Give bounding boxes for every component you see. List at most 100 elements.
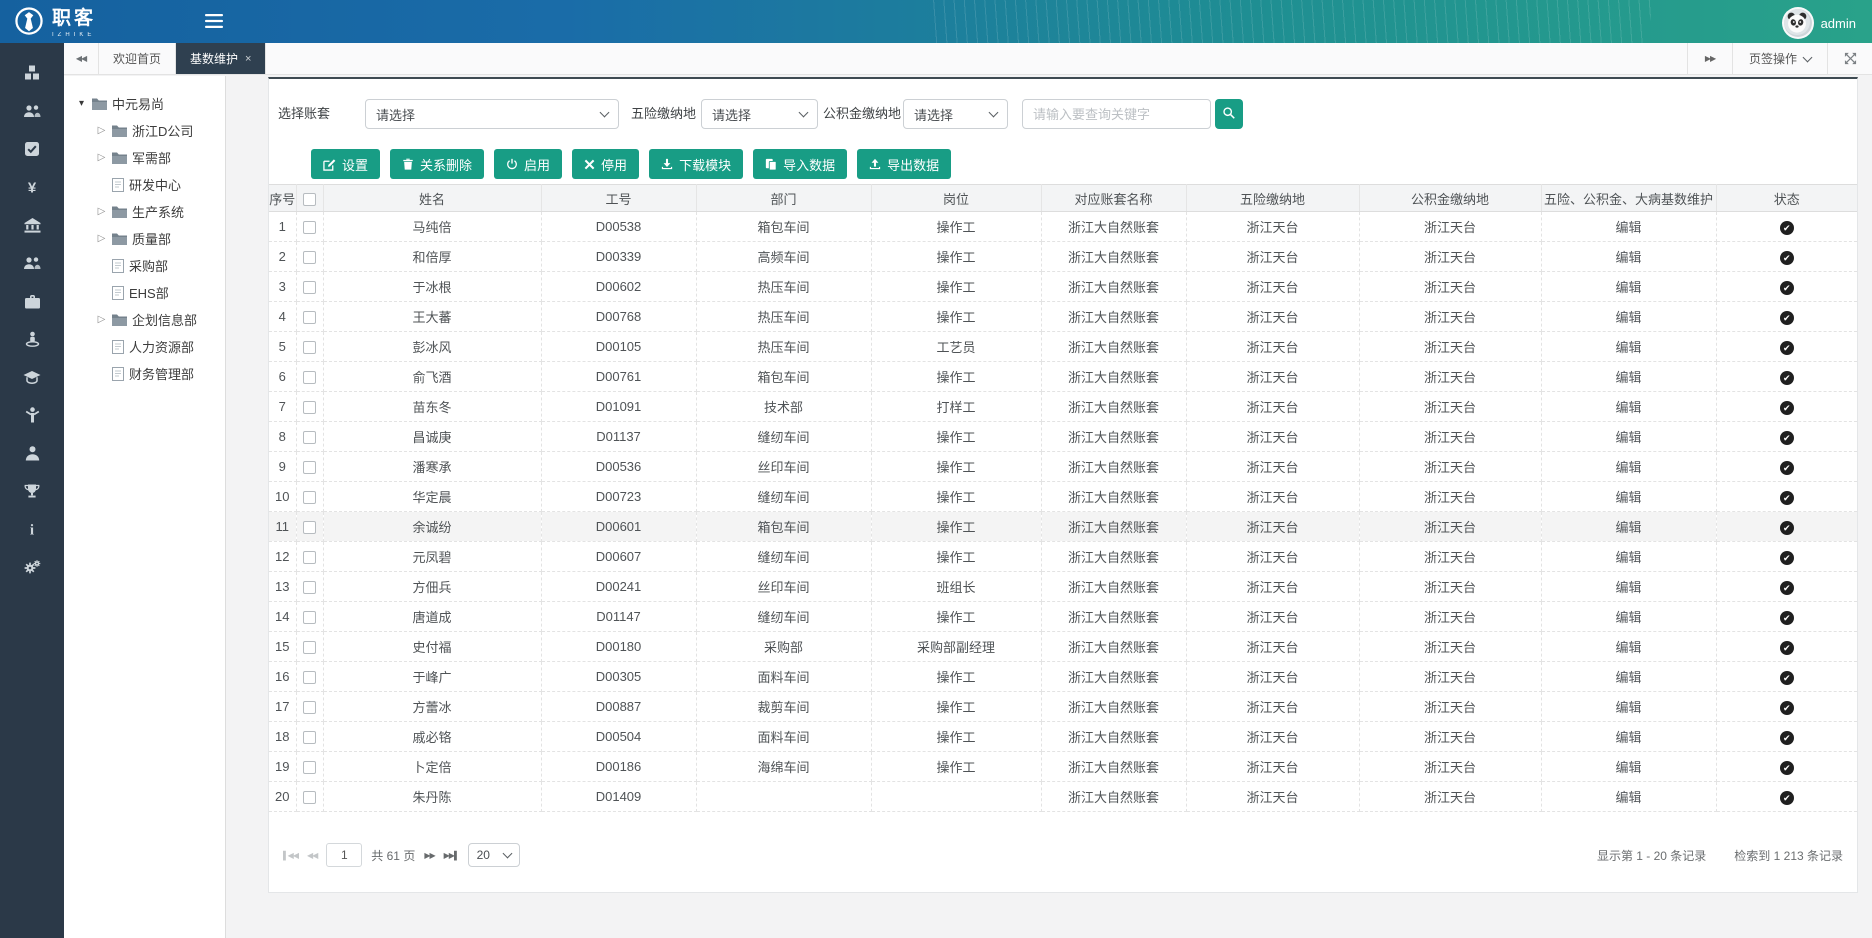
edit-link[interactable]: 编辑 <box>1615 220 1641 235</box>
row-checkbox[interactable] <box>303 791 316 804</box>
gears-icon[interactable] <box>23 559 41 575</box>
tree-node[interactable]: ▷质量部 <box>64 225 225 252</box>
row-checkbox[interactable] <box>303 581 316 594</box>
status-enabled-icon[interactable]: ✔ <box>1780 491 1794 505</box>
edit-link[interactable]: 编辑 <box>1615 340 1641 355</box>
edit-link[interactable]: 编辑 <box>1615 460 1641 475</box>
tab-welcome[interactable]: 欢迎首页 <box>99 43 176 74</box>
row-checkbox[interactable] <box>303 221 316 234</box>
row-checkbox[interactable] <box>303 671 316 684</box>
tab-close-icon[interactable]: × <box>245 53 251 65</box>
edit-link[interactable]: 编辑 <box>1615 250 1641 265</box>
status-enabled-icon[interactable]: ✔ <box>1780 431 1794 445</box>
search-input[interactable] <box>1022 99 1211 129</box>
edit-link[interactable]: 编辑 <box>1615 700 1641 715</box>
status-enabled-icon[interactable]: ✔ <box>1780 791 1794 805</box>
row-checkbox[interactable] <box>303 311 316 324</box>
stop-button[interactable]: 停用 <box>572 149 639 179</box>
tab-operations-menu[interactable]: 页签操作 <box>1732 43 1827 74</box>
status-enabled-icon[interactable]: ✔ <box>1780 761 1794 775</box>
hamburger-menu-icon[interactable] <box>205 14 223 33</box>
status-enabled-icon[interactable]: ✔ <box>1780 281 1794 295</box>
tab-base-maintenance[interactable]: 基数维护 × <box>176 43 266 74</box>
tree-node[interactable]: EHS部 <box>64 279 225 306</box>
yen-icon[interactable]: ¥ <box>23 179 41 195</box>
status-enabled-icon[interactable]: ✔ <box>1780 311 1794 325</box>
tree-collapsed-icon[interactable]: ▷ <box>96 152 107 163</box>
child-icon[interactable] <box>23 407 41 423</box>
row-checkbox[interactable] <box>303 491 316 504</box>
fullscreen-button[interactable] <box>1827 43 1872 74</box>
row-checkbox[interactable] <box>303 251 316 264</box>
edit-link[interactable]: 编辑 <box>1615 790 1641 805</box>
row-checkbox[interactable] <box>303 701 316 714</box>
cubes-icon[interactable] <box>23 65 41 81</box>
row-checkbox[interactable] <box>303 641 316 654</box>
import-button[interactable]: 导入数据 <box>753 149 847 179</box>
edit-link[interactable]: 编辑 <box>1615 610 1641 625</box>
users-icon-2[interactable] <box>23 255 41 271</box>
tabs-scroll-right-button[interactable]: ▶▶ <box>1687 43 1732 74</box>
tree-collapsed-icon[interactable]: ▷ <box>96 125 107 136</box>
last-page-button[interactable]: ▶▶▌ <box>444 851 459 860</box>
row-checkbox[interactable] <box>303 551 316 564</box>
user-icon[interactable] <box>23 445 41 461</box>
tree-collapsed-icon[interactable]: ▷ <box>96 206 107 217</box>
prev-page-button[interactable]: ◀◀ <box>307 851 317 860</box>
row-checkbox[interactable] <box>303 611 316 624</box>
row-checkbox[interactable] <box>303 341 316 354</box>
row-checkbox[interactable] <box>303 521 316 534</box>
status-enabled-icon[interactable]: ✔ <box>1780 671 1794 685</box>
tree-collapsed-icon[interactable]: ▷ <box>96 314 107 325</box>
status-enabled-icon[interactable]: ✔ <box>1780 341 1794 355</box>
account-select[interactable]: 请选择 <box>365 99 619 129</box>
tree-node[interactable]: 采购部 <box>64 252 225 279</box>
tree-node[interactable]: 财务管理部 <box>64 360 225 387</box>
next-page-button[interactable]: ▶▶ <box>424 851 434 860</box>
avatar[interactable] <box>1782 7 1814 39</box>
status-enabled-icon[interactable]: ✔ <box>1780 371 1794 385</box>
insurance-place-select[interactable]: 请选择 <box>701 99 818 129</box>
status-enabled-icon[interactable]: ✔ <box>1780 641 1794 655</box>
edit-link[interactable]: 编辑 <box>1615 490 1641 505</box>
status-enabled-icon[interactable]: ✔ <box>1780 701 1794 715</box>
briefcase-icon[interactable] <box>23 293 41 309</box>
select-all-checkbox[interactable] <box>303 193 316 206</box>
tree-node[interactable]: ▾中元易尚 <box>64 90 225 117</box>
edit-link[interactable]: 编辑 <box>1615 400 1641 415</box>
edit-link[interactable]: 编辑 <box>1615 670 1641 685</box>
status-enabled-icon[interactable]: ✔ <box>1780 221 1794 235</box>
status-enabled-icon[interactable]: ✔ <box>1780 581 1794 595</box>
edit-link[interactable]: 编辑 <box>1615 760 1641 775</box>
row-checkbox[interactable] <box>303 761 316 774</box>
check-square-icon[interactable] <box>23 141 41 157</box>
row-checkbox[interactable] <box>303 281 316 294</box>
status-enabled-icon[interactable]: ✔ <box>1780 461 1794 475</box>
tree-node[interactable]: ▷企划信息部 <box>64 306 225 333</box>
edit-link[interactable]: 编辑 <box>1615 550 1641 565</box>
edit-link[interactable]: 编辑 <box>1615 580 1641 595</box>
download-button[interactable]: 下载模块 <box>649 149 743 179</box>
graduation-cap-icon[interactable] <box>23 369 41 385</box>
users-icon[interactable] <box>23 103 41 119</box>
edit-link[interactable]: 编辑 <box>1615 370 1641 385</box>
bank-icon[interactable] <box>23 217 41 233</box>
page-size-select[interactable]: 20 <box>468 843 520 867</box>
tree-node[interactable]: ▷军需部 <box>64 144 225 171</box>
street-view-icon[interactable] <box>23 331 41 347</box>
status-enabled-icon[interactable]: ✔ <box>1780 251 1794 265</box>
fund-place-select[interactable]: 请选择 <box>903 99 1008 129</box>
tree-collapsed-icon[interactable]: ▷ <box>96 233 107 244</box>
export-button[interactable]: 导出数据 <box>857 149 951 179</box>
edit-link[interactable]: 编辑 <box>1615 280 1641 295</box>
edit-button[interactable]: 设置 <box>311 149 380 179</box>
tree-expanded-icon[interactable]: ▾ <box>76 98 87 109</box>
edit-link[interactable]: 编辑 <box>1615 640 1641 655</box>
search-button[interactable] <box>1215 99 1243 129</box>
tree-node[interactable]: 研发中心 <box>64 171 225 198</box>
row-checkbox[interactable] <box>303 461 316 474</box>
user-menu[interactable]: admin <box>1782 7 1856 39</box>
status-enabled-icon[interactable]: ✔ <box>1780 611 1794 625</box>
row-checkbox[interactable] <box>303 731 316 744</box>
status-enabled-icon[interactable]: ✔ <box>1780 401 1794 415</box>
